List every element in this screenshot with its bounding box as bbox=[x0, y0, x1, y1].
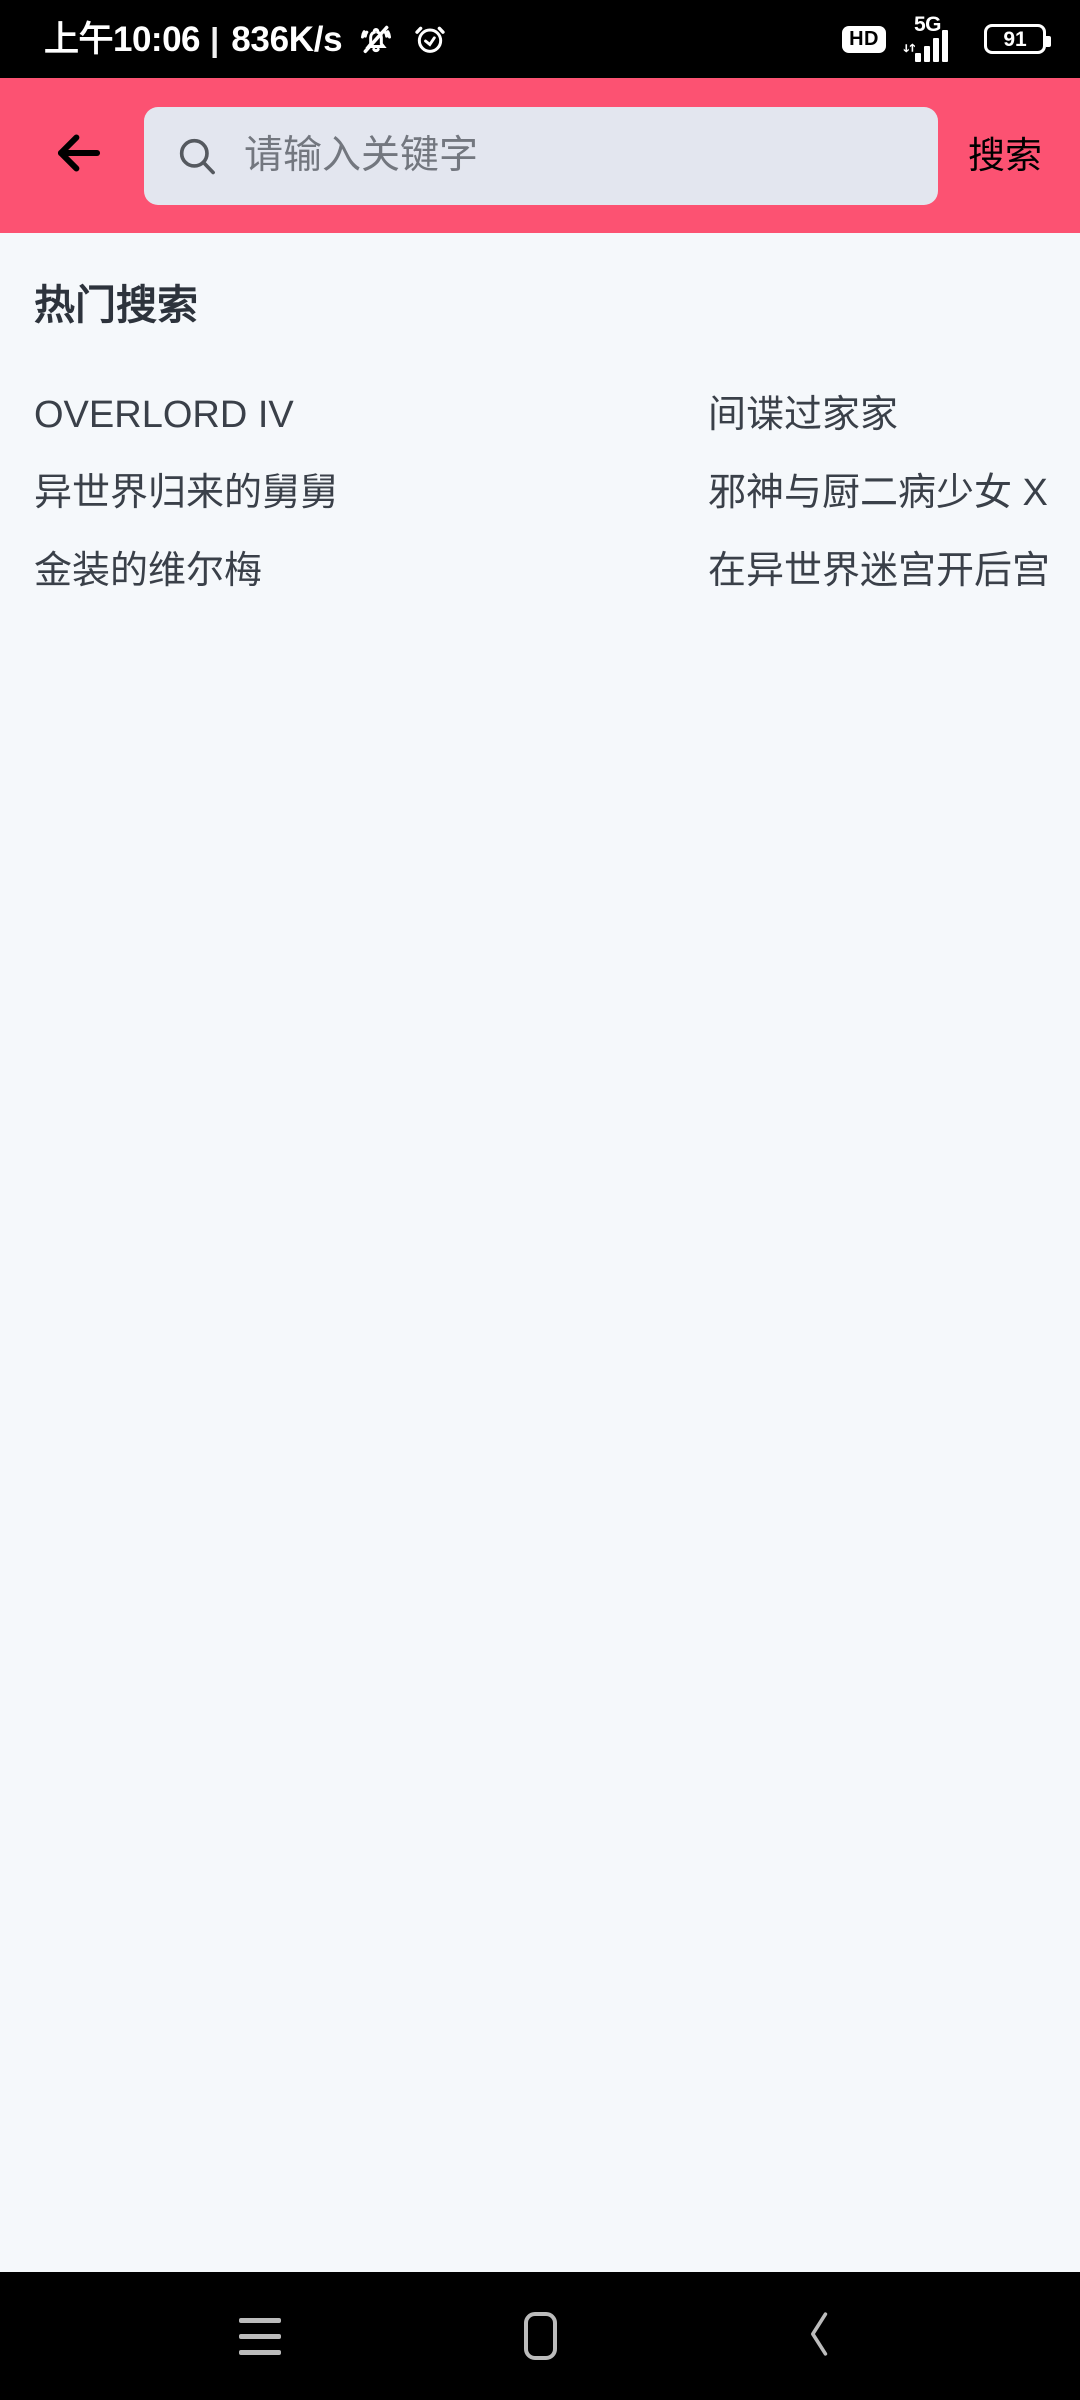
battery-level-label: 91 bbox=[1003, 27, 1027, 51]
status-bar: 上午10:06 | 836K/s HD 5G 91 bbox=[0, 0, 1080, 78]
bell-muted-icon bbox=[356, 19, 396, 59]
status-separator: | bbox=[210, 20, 220, 58]
search-input[interactable]: 请输入关键字 bbox=[144, 106, 938, 205]
status-clock: 上午10:06 bbox=[44, 19, 201, 59]
search-placeholder: 请输入关键字 bbox=[244, 134, 479, 177]
recents-button[interactable] bbox=[200, 2286, 320, 2386]
network-speed-label: 836K/s bbox=[231, 19, 343, 59]
hot-search-item[interactable]: OVERLORD IV bbox=[30, 376, 440, 454]
search-submit-button[interactable]: 搜索 bbox=[960, 137, 1054, 174]
hot-search-title: 热门搜索 bbox=[34, 282, 198, 328]
hot-search-item[interactable]: 间谍过家家 bbox=[440, 376, 1050, 454]
status-bar-right: HD 5G 91 bbox=[842, 14, 1051, 62]
alarm-clock-icon bbox=[410, 19, 450, 59]
signal-bars bbox=[915, 30, 948, 62]
back-icon bbox=[798, 2307, 842, 2366]
hot-search-item[interactable]: 金装的维尔梅 bbox=[30, 532, 440, 610]
recents-icon bbox=[239, 2317, 281, 2355]
hot-search-item[interactable]: 邪神与厨二病少女 X bbox=[440, 454, 1050, 532]
hot-search-item[interactable]: 在异世界迷宫开后宫 bbox=[440, 532, 1050, 610]
phone-screen: 上午10:06 | 836K/s HD 5G 91 请输入关键字 搜索 热门搜索… bbox=[0, 0, 1080, 2400]
back-arrow-icon bbox=[48, 122, 110, 189]
signal-strength-icon: 5G bbox=[903, 14, 967, 62]
home-button[interactable] bbox=[480, 2286, 600, 2386]
status-bar-left: 上午10:06 | 836K/s bbox=[44, 19, 450, 59]
nav-back-button[interactable] bbox=[760, 2286, 880, 2386]
system-navigation-bar bbox=[0, 2272, 1080, 2400]
home-icon bbox=[523, 2312, 557, 2360]
back-button[interactable] bbox=[36, 113, 122, 199]
battery-icon: 91 bbox=[984, 24, 1051, 54]
main-content: 热门搜索 OVERLORD IV 间谍过家家 异世界归来的舅舅 邪神与厨二病少女… bbox=[0, 233, 1080, 2272]
hd-icon: HD bbox=[842, 25, 886, 53]
hot-search-grid: OVERLORD IV 间谍过家家 异世界归来的舅舅 邪神与厨二病少女 X 金装… bbox=[30, 376, 1050, 610]
search-header: 请输入关键字 搜索 bbox=[0, 78, 1080, 233]
hot-search-item[interactable]: 异世界归来的舅舅 bbox=[30, 454, 440, 532]
search-icon bbox=[174, 133, 220, 179]
